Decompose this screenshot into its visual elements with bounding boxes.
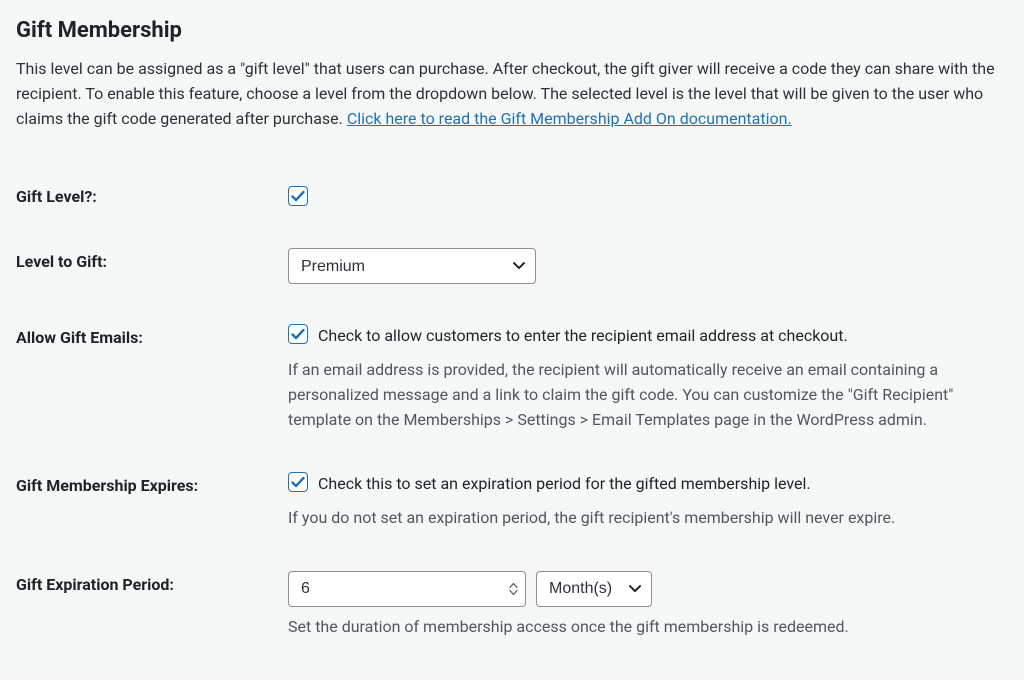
- allow-gift-emails-help: If an email address is provided, the rec…: [288, 358, 1008, 432]
- gift-expires-field[interactable]: Check this to set an expiration period f…: [288, 472, 811, 497]
- gift-level-label: Gift Level?:: [16, 165, 288, 230]
- section-title: Gift Membership: [16, 18, 1008, 43]
- allow-gift-emails-checkbox[interactable]: [288, 324, 308, 344]
- expiration-number-wrap: [288, 571, 526, 607]
- level-to-gift-select[interactable]: Premium: [288, 248, 536, 284]
- gift-expires-help: If you do not set an expiration period, …: [288, 506, 1008, 531]
- check-icon: [290, 326, 306, 342]
- expiration-period-controls: Month(s): [288, 571, 1008, 607]
- check-icon: [290, 474, 306, 490]
- level-to-gift-select-wrap: Premium: [288, 248, 536, 284]
- settings-form-table: Gift Level?: Level to Gift: Premium: [16, 165, 1008, 661]
- gift-level-checkbox[interactable]: [288, 186, 308, 206]
- gift-expires-label: Gift Membership Expires:: [16, 454, 288, 553]
- gift-expires-checkbox[interactable]: [288, 472, 308, 492]
- allow-gift-emails-label: Allow Gift Emails:: [16, 306, 288, 454]
- expiration-period-help: Set the duration of membership access on…: [288, 615, 1008, 640]
- level-to-gift-label: Level to Gift:: [16, 230, 288, 306]
- expiration-period-label: Gift Expiration Period:: [16, 553, 288, 662]
- gift-expires-text: Check this to set an expiration period f…: [318, 472, 811, 497]
- check-icon: [290, 188, 306, 204]
- expiration-unit-select-wrap: Month(s): [536, 571, 652, 607]
- expiration-unit-select[interactable]: Month(s): [536, 571, 652, 607]
- expiration-number-input[interactable]: [288, 571, 526, 607]
- allow-gift-emails-field[interactable]: Check to allow customers to enter the re…: [288, 324, 848, 349]
- section-description: This level can be assigned as a "gift le…: [16, 57, 1008, 131]
- documentation-link[interactable]: Click here to read the Gift Membership A…: [347, 109, 792, 128]
- allow-gift-emails-text: Check to allow customers to enter the re…: [318, 324, 848, 349]
